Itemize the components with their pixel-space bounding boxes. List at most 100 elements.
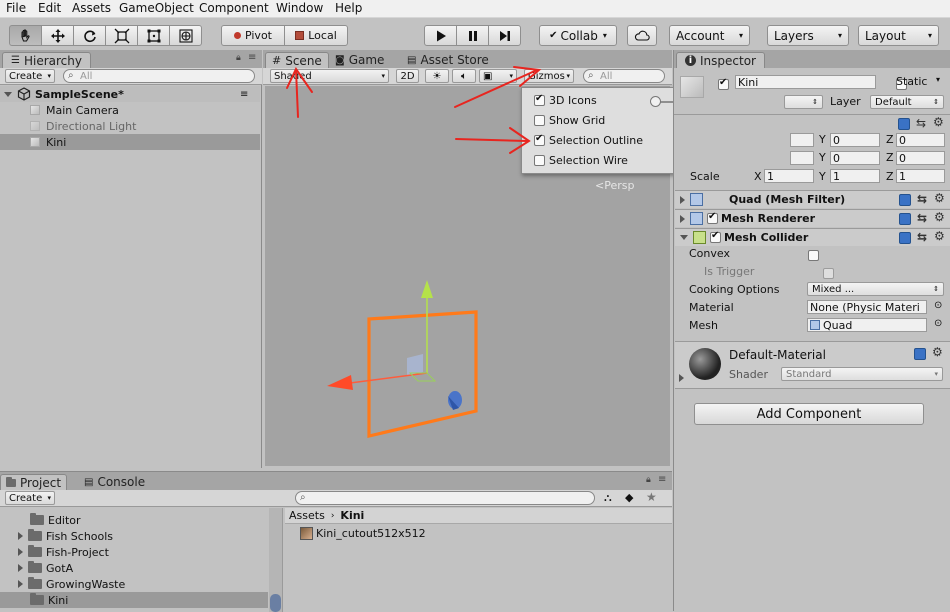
tab-inspector[interactable]: i Inspector [676,52,765,68]
transform-header[interactable]: ⇆ ⚙ [674,114,950,132]
mesh-collider-header[interactable]: Mesh Collider ⇆ ⚙ [675,228,950,246]
position-y-field[interactable]: 0 [830,133,880,147]
layout-dropdown[interactable]: Layout ▾ [858,25,939,46]
favorites-star-icon[interactable]: ★ [646,490,657,504]
checkbox[interactable] [534,133,545,146]
expand-arrow-icon[interactable] [18,564,23,572]
lock-icon[interactable]: 🔒︎ [236,53,241,63]
icon-size-slider-thumb[interactable] [650,96,661,107]
rotation-z-field[interactable]: 0 [896,151,945,165]
expand-arrow-icon[interactable] [4,91,12,97]
panel-menu-icon[interactable]: ≡ [248,52,256,63]
search-by-label-icon[interactable]: ◆ [625,491,633,504]
scale-x-field[interactable]: 1 [764,169,814,183]
gizmo-3d-icons-row[interactable]: 3D Icons [534,93,597,107]
tag-dropdown[interactable]: ⇕ [784,95,823,109]
scrollbar-thumb[interactable] [270,594,281,612]
object-picker-icon[interactable]: ⊙ [934,300,942,311]
create-dropdown[interactable]: Create ▾ [5,69,55,83]
help-book-icon[interactable] [899,232,911,244]
audio-toggle[interactable]: 🔈︎ [452,69,476,83]
gizmos-dropdown[interactable]: Gizmos ▾ [524,69,574,83]
folder-row[interactable]: GrowingWaste [0,576,260,592]
expand-arrow-icon[interactable] [18,532,23,540]
help-book-icon[interactable] [914,348,926,360]
menu-component[interactable]: Component [199,1,269,15]
breadcrumb-current[interactable]: Kini [340,509,364,522]
cooking-options-dropdown[interactable]: Mixed ... ⇕ [807,282,944,296]
preset-icon[interactable]: ⇆ [917,192,927,206]
scene-search-input[interactable]: ⌕ All [583,69,665,83]
scene-root-row[interactable]: SampleScene* ≡ [0,86,260,102]
expand-arrow-icon[interactable] [680,214,685,223]
account-dropdown[interactable]: Account ▾ [669,25,750,46]
checkbox[interactable] [534,155,545,166]
mesh-filter-header[interactable]: Quad (Mesh Filter) ⇆ ⚙ [675,190,950,208]
expand-arrow-icon[interactable] [679,374,684,382]
chevron-down-icon[interactable]: ▾ [936,75,940,84]
project-create-dropdown[interactable]: Create ▾ [5,491,55,505]
tab-asset-store[interactable]: ▤ Asset Store [403,52,493,68]
tab-hierarchy[interactable]: ☰ Hierarchy [2,52,91,68]
menu-window[interactable]: Window [276,1,323,15]
gizmo-show-grid-row[interactable]: Show Grid [534,114,605,127]
scene-menu-icon[interactable]: ≡ [240,89,248,100]
gear-icon[interactable]: ⚙ [933,115,944,129]
position-x-field[interactable] [790,133,814,147]
folder-row[interactable]: Fish Schools [0,528,260,544]
hierarchy-item-selected[interactable]: Kini [0,134,260,150]
tab-scene[interactable]: # Scene [265,52,329,68]
play-button[interactable] [424,25,457,46]
folder-scrollbar[interactable] [269,508,282,612]
rotation-y-field[interactable]: 0 [830,151,880,165]
asset-item[interactable]: Kini_cutout512x512 [300,527,426,540]
local-button[interactable]: Local [284,25,348,46]
folder-row-selected[interactable]: Kini [0,592,268,608]
object-picker-icon[interactable]: ⊙ [934,318,942,329]
preset-icon[interactable]: ⇆ [917,230,927,244]
help-book-icon[interactable] [899,213,911,225]
scale-z-field[interactable]: 1 [896,169,945,183]
help-book-icon[interactable] [899,194,911,206]
folder-row[interactable]: Fish-Project [0,544,260,560]
lock-icon[interactable]: 🔒︎ [646,475,651,485]
position-z-field[interactable]: 0 [896,133,945,147]
effects-dropdown[interactable]: ▣ ▾ [479,69,517,83]
expand-arrow-icon[interactable] [680,195,685,204]
collapse-arrow-icon[interactable] [680,235,688,240]
scale-tool-icon[interactable] [105,25,138,46]
gear-icon[interactable]: ⚙ [934,229,945,243]
mesh-renderer-header[interactable]: Mesh Renderer ⇆ ⚙ [675,209,950,227]
folder-row[interactable]: GotA [0,560,260,576]
move-tool-icon[interactable] [41,25,74,46]
pivot-button[interactable]: Pivot [221,25,285,46]
gear-icon[interactable]: ⚙ [934,210,945,224]
menu-assets[interactable]: Assets [72,1,111,15]
enabled-checkbox[interactable] [710,230,721,243]
expand-arrow-icon[interactable] [18,580,23,588]
active-checkbox[interactable] [718,77,729,90]
add-component-button[interactable]: Add Component [694,403,924,425]
project-search-input[interactable]: ⌕ [295,491,595,505]
gear-icon[interactable]: ⚙ [932,345,943,359]
preset-icon[interactable]: ⇆ [916,116,926,130]
hierarchy-item[interactable]: Directional Light [0,118,260,134]
tab-project[interactable]: Project [0,474,68,490]
pause-button[interactable] [456,25,489,46]
step-button[interactable] [488,25,521,46]
object-name-field[interactable]: Kini [735,75,876,89]
tab-console[interactable]: ▤ Console [76,474,153,490]
lighting-toggle[interactable]: ☀ [425,69,449,83]
panel-menu-icon[interactable]: ≡ [658,474,666,485]
shader-dropdown[interactable]: Standard ▾ [781,367,943,381]
expand-arrow-icon[interactable] [18,548,23,556]
rect-tool-icon[interactable] [137,25,170,46]
folder-row[interactable]: Editor [0,512,260,528]
help-book-icon[interactable] [898,118,910,130]
hand-tool-icon[interactable] [9,25,42,46]
rotate-tool-icon[interactable] [73,25,106,46]
transform-tool-icon[interactable] [169,25,202,46]
checkbox[interactable] [534,115,545,126]
enabled-checkbox[interactable] [707,211,718,224]
menu-file[interactable]: File [6,1,26,15]
